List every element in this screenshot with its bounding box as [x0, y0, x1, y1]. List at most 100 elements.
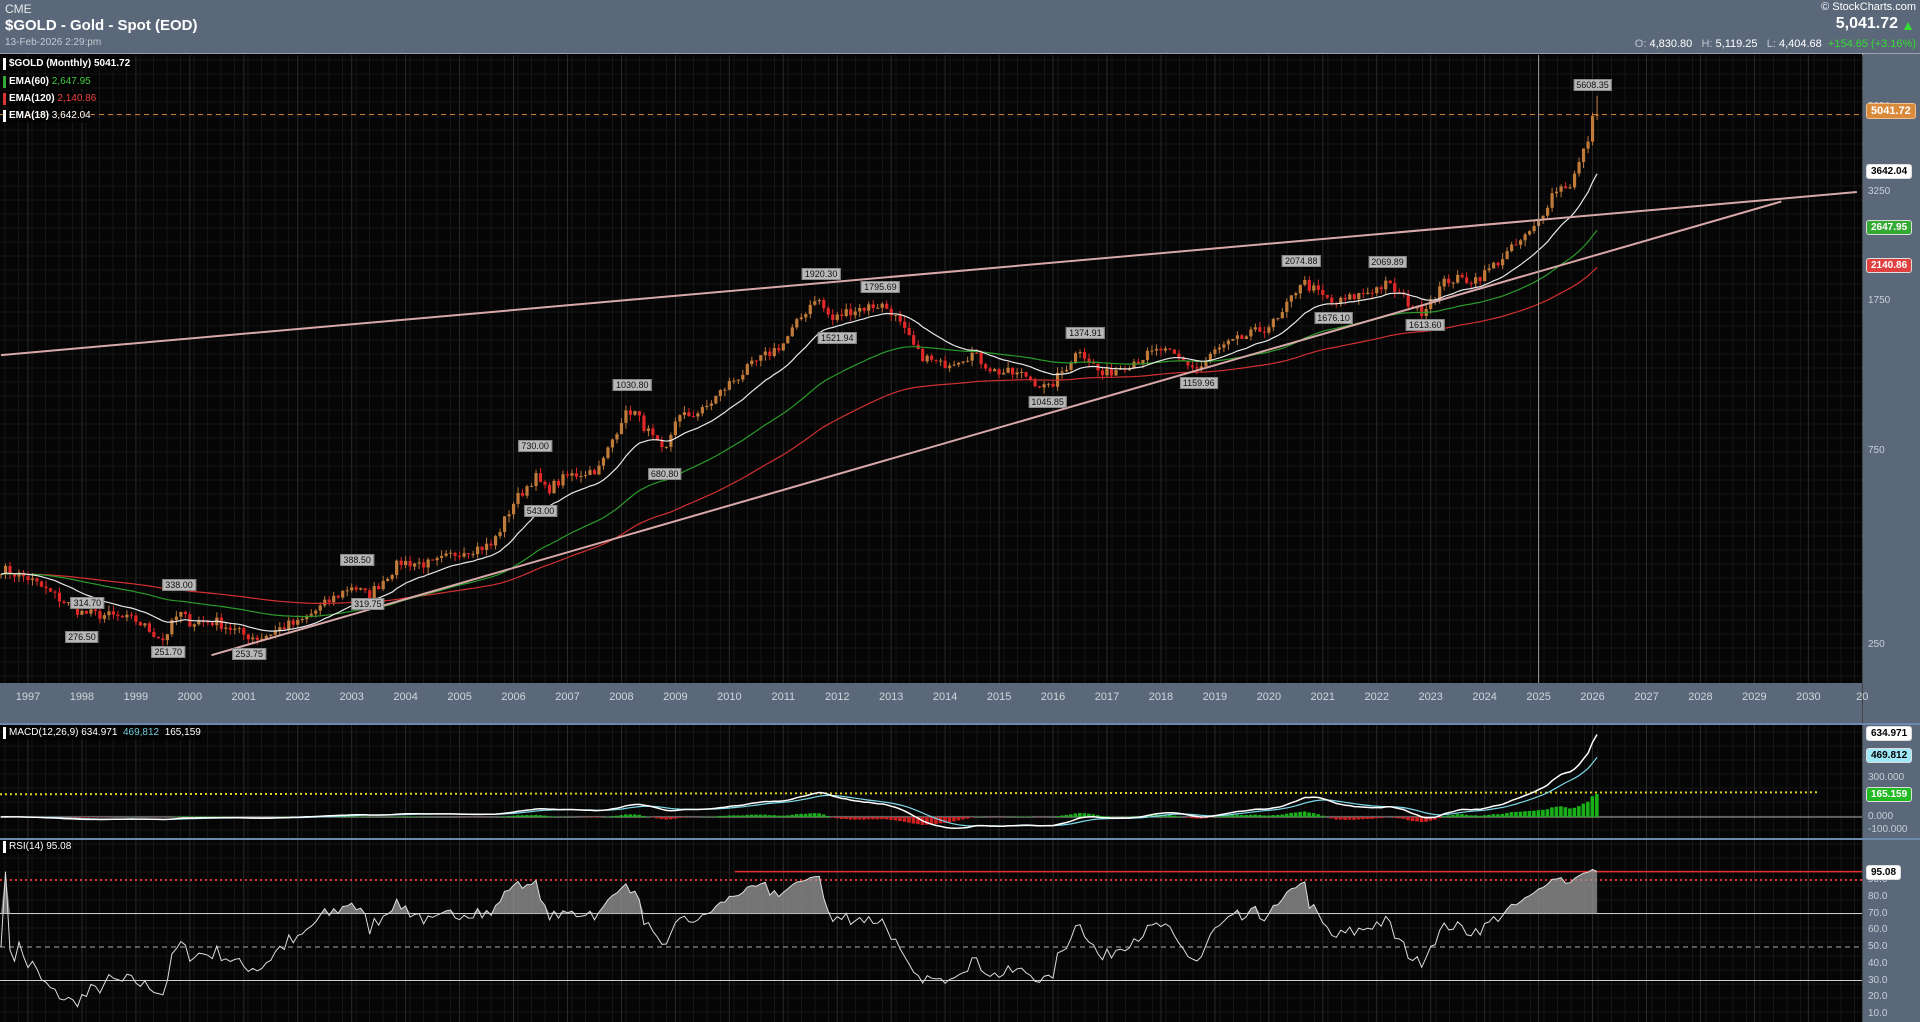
candle-body — [660, 440, 664, 448]
candle-body — [943, 360, 947, 369]
candle-body — [570, 473, 574, 476]
macd-histogram-bar — [502, 816, 507, 817]
macd-histogram-bar — [817, 813, 821, 817]
hist-tag: 165.159 — [1866, 787, 1913, 802]
candle-body — [970, 352, 974, 361]
candle-body — [1438, 286, 1442, 300]
candle-body — [1159, 348, 1163, 351]
candle-body — [637, 411, 642, 416]
candle-body — [1510, 244, 1514, 252]
candle-body — [516, 492, 520, 504]
macd-histogram-bar — [862, 817, 866, 820]
candle-body — [26, 576, 30, 580]
macd-histogram-bar — [1541, 809, 1545, 817]
candle-body — [790, 327, 794, 337]
macd-histogram-bar — [952, 817, 956, 822]
candle-body — [795, 319, 799, 328]
rsi-tick-label: 20.0 — [1868, 991, 1888, 1003]
candle-body — [1541, 215, 1545, 219]
y-tick-label: 1750 — [1868, 295, 1891, 307]
candle-body — [750, 360, 754, 365]
macd-histogram-bar — [1559, 806, 1563, 817]
candle-body — [332, 595, 336, 603]
rsi-panel — [0, 840, 1862, 1022]
candle-body — [1447, 278, 1451, 284]
macd-histogram-bar — [349, 816, 354, 817]
candle-body — [210, 622, 214, 626]
macd-histogram-bar — [907, 817, 911, 823]
candle-body — [1222, 344, 1226, 348]
macd-histogram-bar — [758, 814, 763, 817]
macd-histogram-bar — [187, 816, 192, 817]
candle-body — [484, 543, 489, 550]
legend-ema120-label: EMA(120) — [9, 93, 55, 104]
macd-histogram-bar — [731, 815, 736, 817]
candle-body — [1136, 361, 1141, 364]
candle-body — [228, 627, 232, 630]
candle-body — [588, 470, 592, 475]
macd-histogram-bar — [673, 817, 677, 819]
macd-histogram-bar — [1060, 815, 1064, 817]
macd-histogram-bar — [1338, 817, 1343, 820]
candle-body — [714, 395, 718, 404]
price-annotation: 1374.91 — [1066, 327, 1105, 340]
candle-body — [368, 590, 372, 599]
macd-histogram-bar — [1397, 817, 1401, 819]
candle-body — [390, 575, 394, 579]
candle-body — [898, 315, 902, 322]
candle-body — [165, 634, 169, 641]
macd-histogram-bar — [358, 816, 363, 817]
macd-histogram-bar — [848, 817, 853, 820]
candle-body — [871, 304, 875, 309]
candle-body — [291, 620, 295, 625]
candle-body — [1487, 268, 1491, 271]
candle-body — [323, 599, 327, 606]
candle-body — [709, 403, 713, 406]
macd-histogram-bar — [1055, 816, 1060, 817]
candle-body — [435, 557, 439, 561]
candle-body — [327, 599, 331, 603]
macd-histogram-bar — [403, 816, 408, 817]
macd-histogram-bar — [947, 817, 952, 823]
candle-body — [84, 610, 89, 614]
legend-macd-hist: 165,159 — [164, 727, 201, 738]
candle-body — [525, 486, 529, 496]
macd-tick-label: 0.000 — [1868, 811, 1894, 822]
macd-histogram-bar — [911, 817, 916, 824]
macd-histogram-bar — [1460, 814, 1464, 817]
candle-body — [1172, 349, 1177, 354]
candle-body — [745, 364, 749, 375]
candle-body — [1316, 285, 1320, 290]
price-annotation: 2074.88 — [1281, 254, 1321, 267]
candle-body — [246, 634, 250, 640]
candle-body — [475, 546, 480, 555]
candle-body — [1289, 295, 1293, 302]
candle-body — [1505, 251, 1509, 260]
candle-body — [458, 555, 462, 557]
candle-body — [1010, 367, 1015, 375]
chart-canvas[interactable] — [0, 0, 1920, 1022]
candle-body — [543, 481, 547, 485]
candle-body — [440, 555, 444, 558]
macd-histogram-bar — [1365, 817, 1370, 820]
candle-body — [1348, 294, 1352, 300]
rsi-tick-label: 30.0 — [1868, 974, 1888, 986]
candle-body — [269, 634, 273, 636]
candle-body — [826, 308, 830, 315]
macd-histogram-bar — [875, 817, 880, 820]
candle-body — [705, 405, 709, 408]
macd-histogram-bar — [507, 816, 511, 817]
x-tick-label: 2007 — [555, 691, 580, 703]
x-axis-band — [0, 683, 1862, 724]
candle-body — [606, 447, 610, 458]
candle-body — [1532, 225, 1536, 232]
candle-body — [507, 514, 511, 517]
candle-body — [777, 348, 781, 351]
candle-body — [1330, 297, 1334, 303]
candle-body — [237, 628, 241, 630]
macd-histogram-bar — [1284, 813, 1289, 817]
macd-histogram-bar — [749, 814, 754, 817]
candle-body — [930, 355, 934, 360]
candle-body — [129, 614, 134, 616]
candle-body — [601, 457, 606, 466]
